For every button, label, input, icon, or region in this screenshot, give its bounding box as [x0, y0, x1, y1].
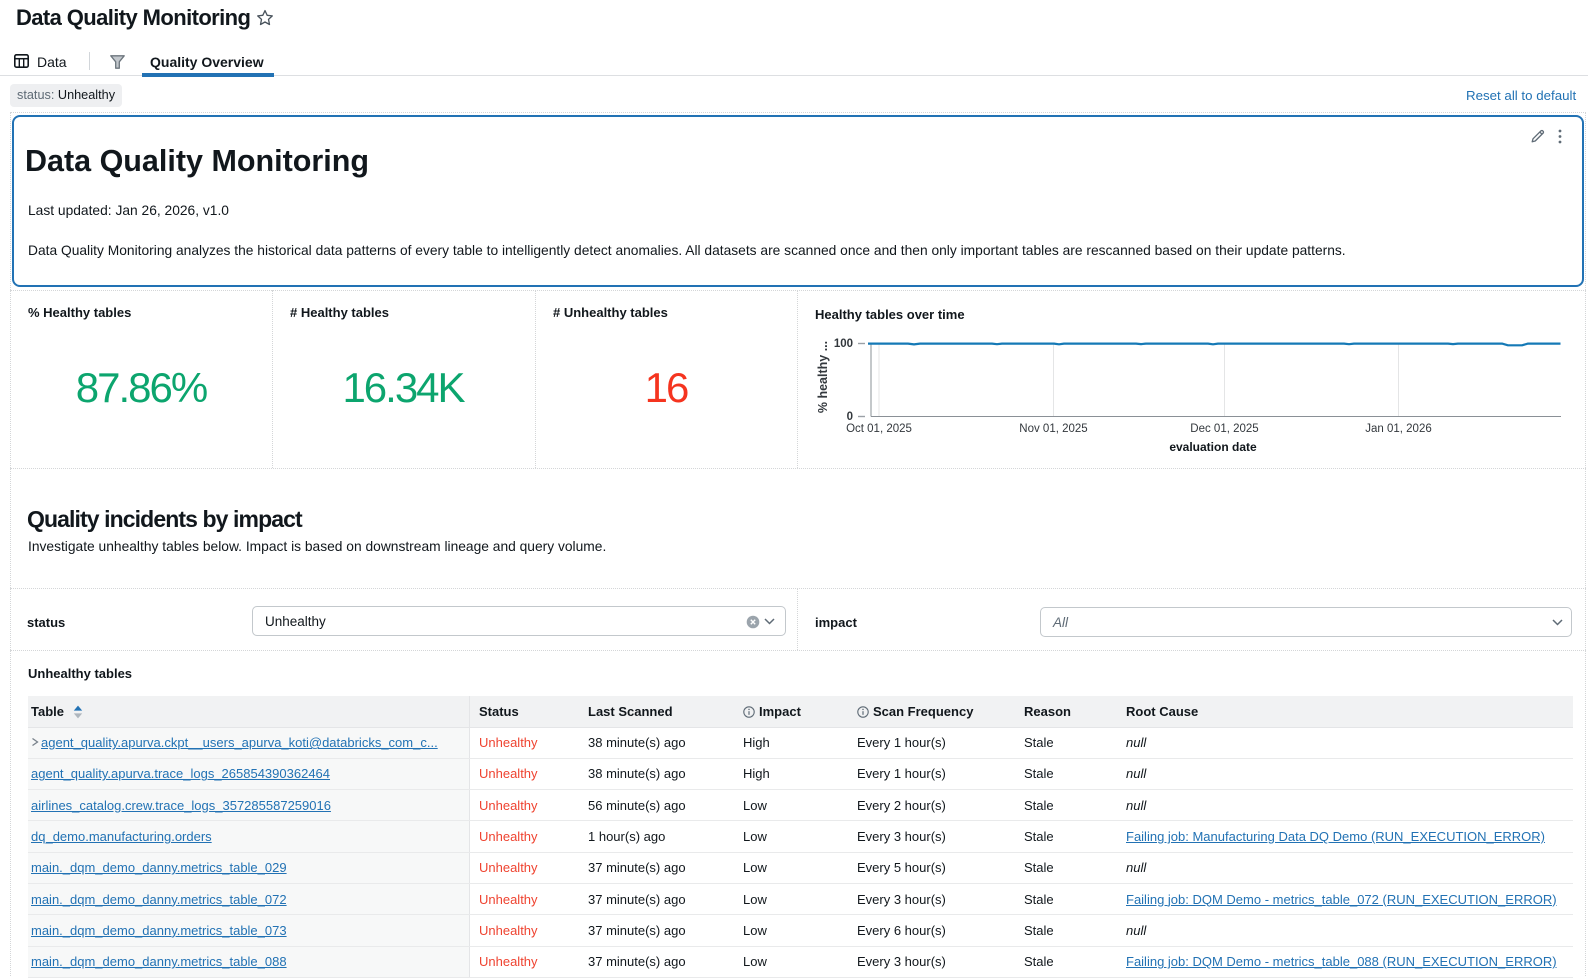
svg-text:100: 100: [834, 338, 853, 350]
svg-text:evaluation date: evaluation date: [1169, 440, 1257, 454]
svg-text:0: 0: [847, 411, 853, 423]
svg-text:Oct 01, 2025: Oct 01, 2025: [846, 423, 912, 435]
svg-text:% healthy ...: % healthy ...: [816, 341, 830, 413]
svg-text:Dec 01, 2025: Dec 01, 2025: [1190, 423, 1258, 435]
svg-text:Jan 01, 2026: Jan 01, 2026: [1365, 423, 1432, 435]
svg-text:Nov 01, 2025: Nov 01, 2025: [1019, 423, 1087, 435]
